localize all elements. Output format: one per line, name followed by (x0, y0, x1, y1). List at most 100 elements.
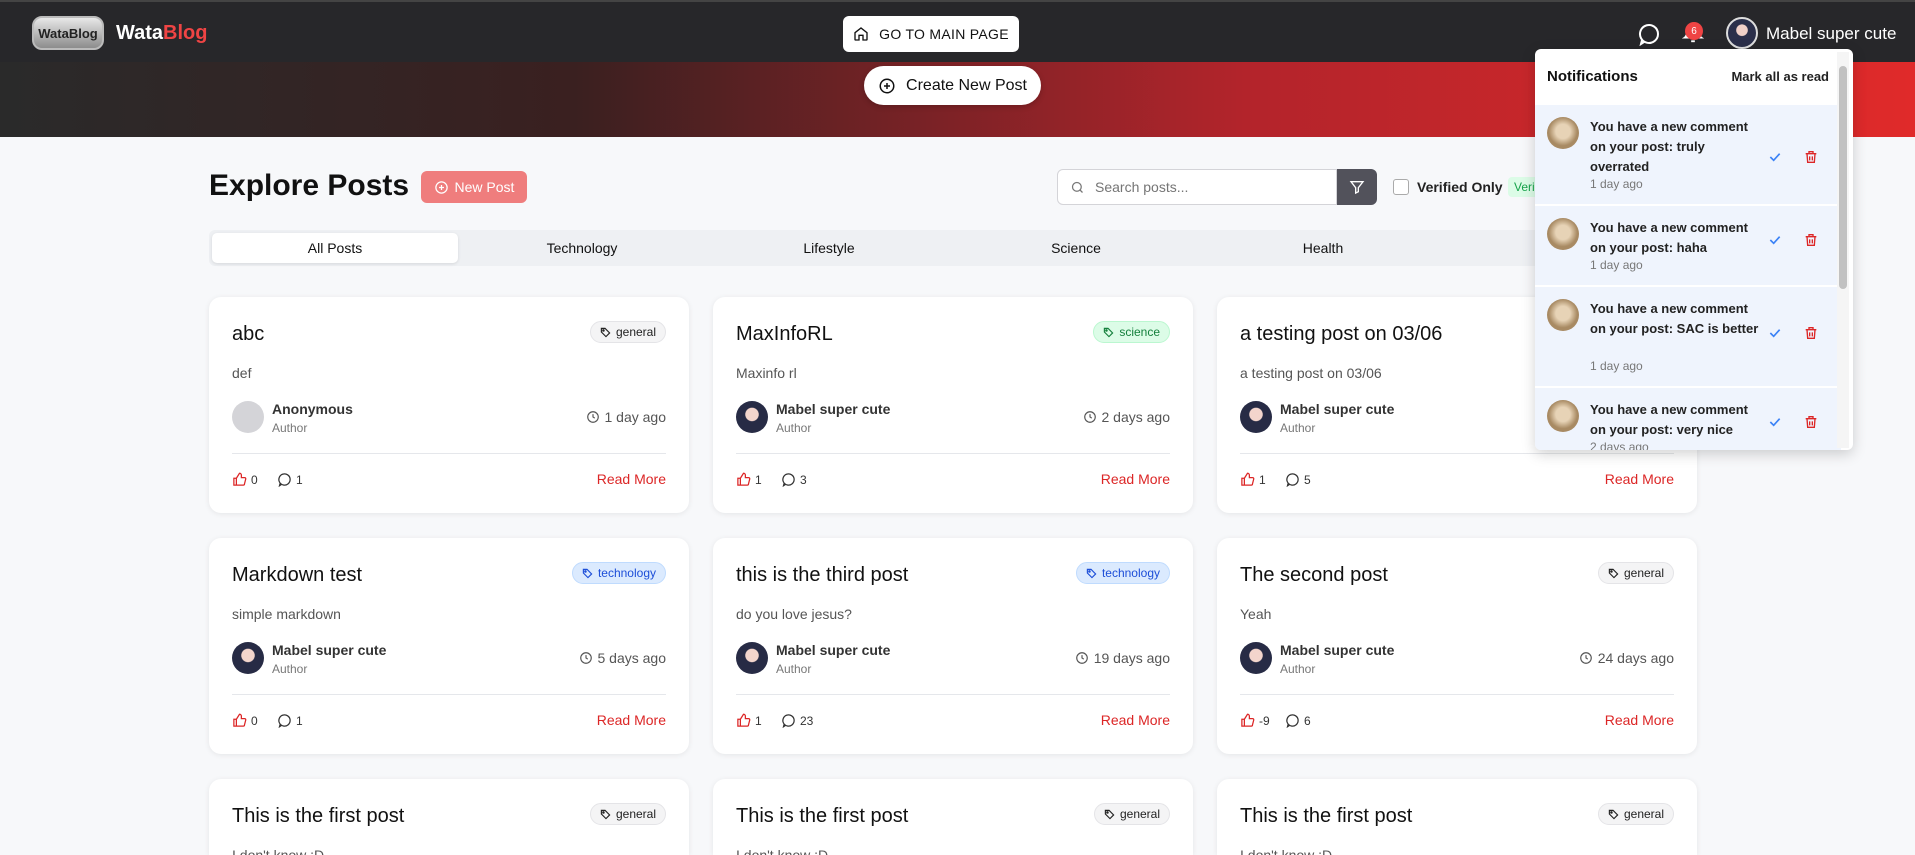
tag-icon (600, 809, 611, 819)
tag-icon (600, 327, 611, 337)
user-name[interactable]: Mabel super cute (1766, 24, 1896, 44)
post-title[interactable]: Markdown test (232, 564, 362, 587)
filter-button[interactable] (1337, 169, 1377, 205)
comment-icon (782, 714, 795, 728)
post-title[interactable]: this is the third post (736, 564, 908, 587)
read-more-link[interactable]: Read More (1605, 712, 1674, 728)
like-button[interactable]: -9 (1240, 713, 1270, 728)
like-button[interactable]: 1 (1240, 472, 1266, 487)
post-card[interactable]: Markdown test technology simple markdown… (209, 538, 689, 754)
notification-time: 1 day ago (1590, 359, 1643, 373)
like-count: 1 (755, 472, 762, 487)
notification-item[interactable]: You have a new comment on your post: SAC… (1535, 287, 1841, 387)
like-count: -9 (1259, 713, 1270, 728)
trash-icon[interactable] (1803, 149, 1819, 165)
category-tabs: All Posts Technology Lifestyle Science H… (209, 230, 1697, 266)
post-card[interactable]: this is the third post technology do you… (713, 538, 1193, 754)
tab-technology[interactable]: Technology (459, 233, 705, 263)
post-card[interactable]: MaxInfoRL science Maxinfo rl Mabel super… (713, 297, 1193, 513)
post-title[interactable]: This is the first post (736, 805, 908, 828)
read-more-link[interactable]: Read More (1101, 712, 1170, 728)
notification-avatar (1547, 299, 1579, 331)
tab-health[interactable]: Health (1200, 233, 1446, 263)
post-title[interactable]: a testing post on 03/06 (1240, 323, 1442, 346)
read-more-link[interactable]: Read More (597, 471, 666, 487)
create-new-post-button[interactable]: Create New Post (864, 66, 1041, 105)
post-card[interactable]: This is the first post general I don't k… (209, 779, 689, 855)
notification-item[interactable]: You have a new comment on your post: tru… (1535, 105, 1841, 205)
filter-icon (1349, 181, 1365, 195)
like-button[interactable]: 1 (736, 472, 762, 487)
post-card[interactable]: This is the first post general I don't k… (1217, 779, 1697, 855)
tab-lifestyle[interactable]: Lifestyle (706, 233, 952, 263)
post-title[interactable]: The second post (1240, 564, 1388, 587)
thumbs-up-icon (737, 472, 751, 486)
search-input[interactable] (1095, 179, 1315, 195)
comment-button[interactable]: 6 (1285, 713, 1311, 728)
thumbs-up-icon (737, 713, 751, 727)
brand-name[interactable]: WataBlog (116, 22, 207, 45)
notifications-scrollbar[interactable] (1837, 52, 1849, 448)
tab-science[interactable]: Science (953, 233, 1199, 263)
post-tag-label: general (615, 325, 656, 339)
notification-item[interactable]: You have a new comment on your post: hah… (1535, 206, 1841, 286)
new-post-button[interactable]: New Post (421, 171, 527, 203)
card-divider (232, 694, 666, 695)
comment-count: 1 (296, 472, 303, 487)
trash-icon[interactable] (1803, 414, 1819, 430)
like-button[interactable]: 0 (232, 472, 258, 487)
notification-text: You have a new comment on your post: ver… (1590, 402, 1748, 437)
check-icon[interactable] (1767, 232, 1783, 248)
tab-all-posts[interactable]: All Posts (212, 233, 458, 263)
trash-icon[interactable] (1803, 325, 1819, 341)
go-to-main-page-button[interactable]: GO TO MAIN PAGE (843, 16, 1019, 52)
check-icon[interactable] (1767, 149, 1783, 165)
notification-item[interactable]: You have a new comment on your post: ver… (1535, 388, 1841, 450)
post-card[interactable]: This is the first post general I don't k… (713, 779, 1193, 855)
comment-button[interactable]: 5 (1285, 472, 1311, 487)
post-tag-label: technology (1101, 566, 1160, 580)
verified-only-checkbox[interactable] (1393, 179, 1409, 195)
post-card[interactable]: The second post general Yeah Mabel super… (1217, 538, 1697, 754)
notification-text: You have a new comment on your post: tru… (1590, 119, 1748, 174)
trash-icon[interactable] (1803, 232, 1819, 248)
chat-icon[interactable] (1637, 22, 1661, 46)
like-button[interactable]: 0 (232, 713, 258, 728)
comment-count: 1 (296, 713, 303, 728)
verified-only-label[interactable]: Verified Only (1417, 179, 1503, 195)
read-more-link[interactable]: Read More (1605, 471, 1674, 487)
post-time: 24 days ago (1579, 650, 1674, 666)
read-more-link[interactable]: Read More (1101, 471, 1170, 487)
clock-icon (579, 652, 592, 664)
mark-all-read-button[interactable]: Mark all as read (1731, 69, 1829, 84)
post-title[interactable]: This is the first post (1240, 805, 1412, 828)
read-more-link[interactable]: Read More (597, 712, 666, 728)
clock-icon (1075, 652, 1088, 664)
comment-button[interactable]: 1 (277, 472, 303, 487)
user-avatar[interactable] (1726, 17, 1758, 49)
notifications-list: You have a new comment on your post: tru… (1535, 105, 1841, 450)
check-icon[interactable] (1767, 414, 1783, 430)
comment-icon (1286, 714, 1299, 728)
like-button[interactable]: 1 (736, 713, 762, 728)
site-logo[interactable]: WataBlog (32, 16, 104, 50)
comment-button[interactable]: 1 (277, 713, 303, 728)
post-tag: science (1093, 321, 1170, 343)
scrollbar-thumb[interactable] (1839, 66, 1847, 289)
post-title[interactable]: abc (232, 323, 264, 346)
notifications-title: Notifications (1547, 67, 1638, 85)
thumbs-up-icon (233, 713, 247, 727)
comment-count: 23 (800, 713, 814, 728)
post-title[interactable]: This is the first post (232, 805, 404, 828)
post-card[interactable]: abc general def Anonymous Author 1 day a… (209, 297, 689, 513)
card-divider (1240, 694, 1674, 695)
author-name: Mabel super cute (1280, 642, 1395, 658)
post-time: 2 days ago (1083, 409, 1170, 425)
like-count: 0 (251, 713, 258, 728)
post-title[interactable]: MaxInfoRL (736, 323, 833, 346)
card-divider (232, 453, 666, 454)
author-avatar (736, 642, 768, 674)
check-icon[interactable] (1767, 325, 1783, 341)
comment-button[interactable]: 3 (781, 472, 807, 487)
comment-button[interactable]: 23 (781, 713, 813, 728)
